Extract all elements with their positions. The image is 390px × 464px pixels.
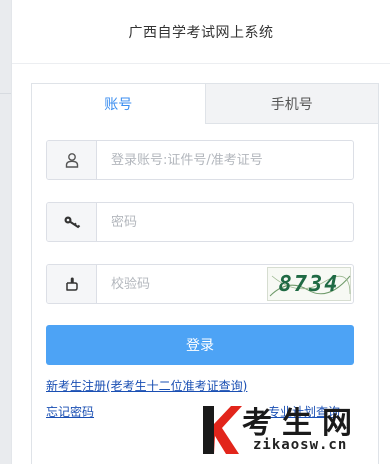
password-field [46,202,354,242]
key-icon [47,203,97,241]
background-edge [0,0,11,464]
forgot-password-link[interactable]: 忘记密码 [46,403,94,420]
captcha-code: 8734 [278,271,340,297]
user-icon [47,141,97,179]
page: 广西自学考试网上系统 账号 手机号 登录账号:证件号/准考证号 校验码 8734… [0,0,390,464]
login-card: 广西自学考试网上系统 账号 手机号 登录账号:证件号/准考证号 校验码 8734… [11,0,390,464]
major-plan-query-link[interactable]: 专业计划查询 [268,403,340,420]
page-title: 广西自学考试网上系统 [128,24,274,41]
account-input[interactable] [97,141,353,179]
captcha-image[interactable]: 8734 [267,267,351,301]
password-input[interactable] [97,203,353,241]
login-tabs: 账号 手机号 [32,84,378,124]
card-header: 广西自学考试网上系统 [12,0,390,64]
hand-pointer-icon [47,265,97,303]
captcha-field: 8734 [46,264,354,304]
login-panel: 账号 手机号 登录账号:证件号/准考证号 校验码 8734 登录 新考生注册(老… [31,83,379,464]
account-field [46,140,354,180]
tab-phone[interactable]: 手机号 [204,84,378,124]
login-button[interactable]: 登录 [46,325,354,365]
register-link[interactable]: 新考生注册(老考生十二位准考证查询) [46,377,247,394]
tab-account[interactable]: 账号 [32,84,205,124]
